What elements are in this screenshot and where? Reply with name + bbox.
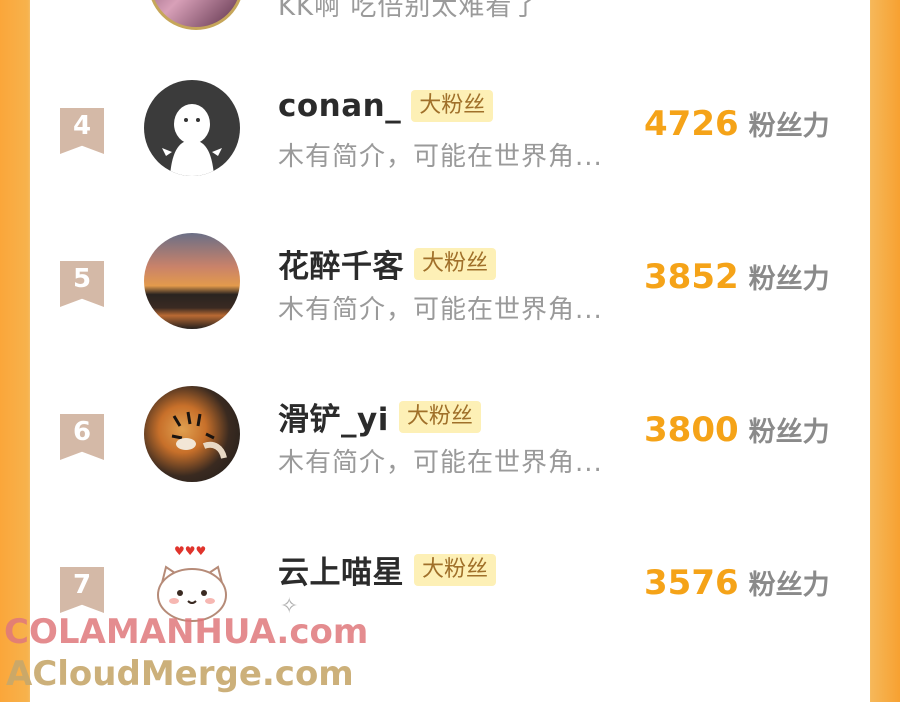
watermark-line-2: ACloudMerge.com (6, 654, 354, 694)
fan-level-tag: 大粉丝 (414, 247, 497, 280)
fan-power-score: 3800 (644, 410, 739, 450)
name-line: 滑铲_yi 大粉丝 (278, 394, 481, 439)
user-name[interactable]: conan_ (278, 88, 401, 124)
avatar[interactable] (148, 0, 244, 30)
rank-badge: 4 (60, 108, 104, 154)
rank-badge: 5 (60, 261, 104, 307)
ranking-row-partial[interactable]: KK啊 吃倍别太难看了 (30, 0, 870, 88)
tiger-image (171, 411, 227, 459)
user-bio: 木有简介，可能在世界角... (278, 142, 603, 172)
fan-power: 3576 粉丝力 (644, 563, 830, 603)
user-name[interactable]: 云上喵星 (278, 547, 404, 592)
fan-power-unit: 粉丝力 (748, 570, 830, 601)
fan-ranking-panel: KK啊 吃倍别太难看了 4 conan_ 大粉丝 木有简介，可能在世界角... … (30, 0, 870, 702)
fan-level-tag: 大粉丝 (414, 553, 497, 586)
user-bio: KK啊 吃倍别太难看了 (278, 0, 540, 22)
ranking-row[interactable]: 4 conan_ 大粉丝 木有简介，可能在世界角... 4726 粉丝力 (30, 80, 870, 234)
avatar[interactable] (144, 233, 240, 329)
ranking-row[interactable]: 5 花醉千客 大粉丝 木有简介，可能在世界角... 3852 粉丝力 (30, 233, 870, 387)
fan-power: 4726 粉丝力 (644, 104, 830, 144)
fan-power-unit: 粉丝力 (748, 417, 830, 448)
name-line: 花醉千客 大粉丝 (278, 241, 497, 286)
rank-badge: 7 (60, 567, 104, 613)
rank-badge: 6 (60, 414, 104, 460)
fan-power-score: 3576 (644, 563, 739, 603)
svg-text:♥♥♥: ♥♥♥ (174, 544, 206, 558)
fan-power-score: 4726 (644, 104, 739, 144)
fan-power: 3852 粉丝力 (644, 257, 830, 297)
fan-power-score: 3852 (644, 257, 739, 297)
user-name[interactable]: 滑铲_yi (278, 394, 389, 439)
fan-level-tag: 大粉丝 (411, 90, 494, 122)
fan-power-unit: 粉丝力 (748, 264, 830, 295)
watermark-line-1: COLAMANHUA.com (4, 612, 369, 652)
user-bio: 木有简介，可能在世界角... (278, 448, 603, 478)
fan-power-unit: 粉丝力 (748, 111, 830, 142)
fan-power: 3800 粉丝力 (644, 410, 830, 450)
avatar[interactable] (144, 80, 240, 176)
fan-level-tag: 大粉丝 (398, 400, 481, 433)
ranking-row[interactable]: 6 滑铲_yi 大粉丝 木有简介，可能在世界角... 3800 粉丝力 (30, 386, 870, 540)
name-line: 云上喵星 大粉丝 (278, 547, 497, 592)
avatar[interactable] (144, 386, 240, 482)
user-name[interactable]: 花醉千客 (278, 241, 404, 286)
default-user-icon (162, 104, 222, 176)
user-bio: 木有简介，可能在世界角... (278, 295, 603, 325)
name-line: conan_ 大粉丝 (278, 88, 494, 124)
